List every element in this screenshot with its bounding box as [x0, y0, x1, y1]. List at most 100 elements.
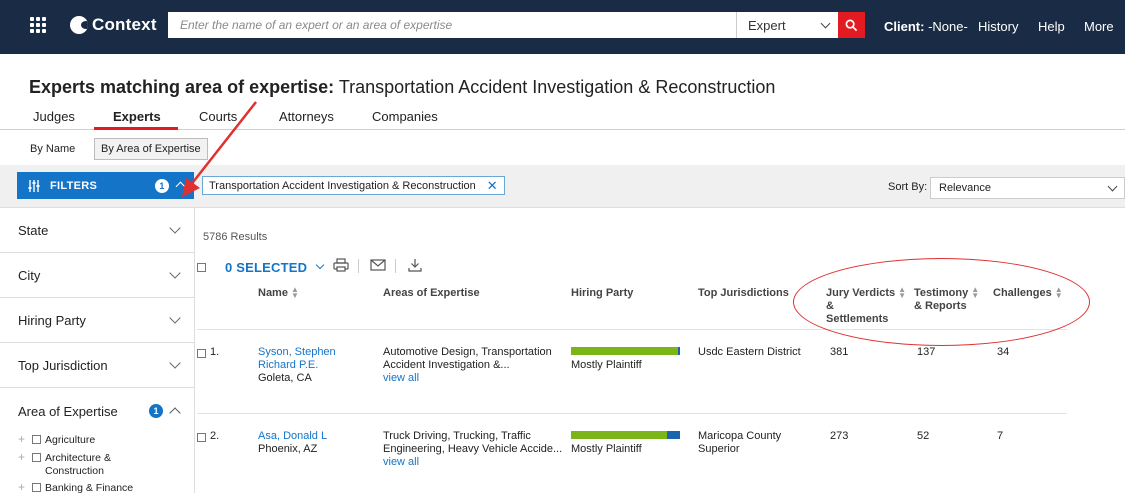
context-logo-icon	[70, 16, 88, 34]
defense-share-fill	[666, 431, 680, 439]
testimony-value: 52	[917, 430, 930, 442]
chevron-down-icon	[169, 267, 181, 279]
facet-top-jurisdiction[interactable]: Top Jurisdiction	[0, 343, 195, 388]
column-header-label: Name	[258, 287, 288, 299]
areas-cell: Truck Driving, Trucking, Traffic Enginee…	[383, 430, 562, 469]
expert-name-link[interactable]: Asa, Donald L	[258, 430, 327, 442]
hiring-party-bar	[571, 431, 680, 439]
column-header-jurisdictions: Top Jurisdictions	[698, 287, 789, 299]
download-icon[interactable]	[407, 258, 423, 272]
remove-filter-icon[interactable]: ✕	[487, 179, 498, 192]
testimony-value: 137	[917, 346, 936, 358]
checkbox[interactable]	[32, 483, 41, 492]
facet-label: City	[18, 267, 41, 283]
row-checkbox[interactable]	[197, 432, 206, 442]
view-all-link[interactable]: view all	[383, 372, 419, 384]
tree-item-architecture: + Architecture & Construction	[18, 451, 158, 478]
expand-plus-icon[interactable]: +	[18, 451, 32, 463]
column-header-name[interactable]: Name ▲ ▼	[258, 285, 299, 301]
areas-line: Accident Investigation &...	[383, 359, 510, 371]
search-icon	[845, 19, 858, 31]
filters-toggle-button[interactable]: FILTERS 1	[17, 172, 194, 199]
facet-city[interactable]: City	[0, 253, 195, 298]
tab-companies[interactable]: Companies	[372, 109, 438, 124]
expert-name-line: Syson, Stephen	[258, 346, 336, 358]
app-grid-icon[interactable]	[30, 17, 46, 33]
hiring-party-label: Mostly Plaintiff	[571, 443, 642, 455]
email-icon[interactable]	[370, 258, 386, 272]
tree-item-label: Agriculture	[45, 434, 96, 446]
facet-label: Area of Expertise	[18, 403, 118, 419]
selection-controls: 0 SELECTED	[197, 259, 325, 275]
facet-label: Hiring Party	[18, 312, 86, 328]
plaintiff-share-fill	[571, 347, 678, 355]
areas-line: Automotive Design, Transportation	[383, 346, 552, 358]
search-by-name-toggle[interactable]: By Name	[24, 138, 81, 160]
category-tabs: Judges Experts Courts Attorneys Companie…	[0, 104, 1125, 130]
column-header-hiring-party: Hiring Party	[571, 287, 634, 299]
row-number: 1.	[210, 346, 220, 358]
jury-verdicts-value: 273	[830, 430, 849, 442]
expert-name-line: Richard P.E.	[258, 359, 319, 371]
sort-icon: ▲ ▼	[290, 285, 299, 301]
row-divider	[197, 413, 1067, 414]
client-selector[interactable]: Client: -None-	[884, 19, 968, 34]
facet-hiring-party[interactable]: Hiring Party	[0, 298, 195, 343]
expert-search-input[interactable]	[168, 12, 736, 38]
jurisdiction-cell: Maricopa County Superior	[698, 430, 781, 456]
row-checkbox[interactable]	[197, 348, 206, 358]
expert-location: Phoenix, AZ	[258, 443, 318, 455]
jurisdiction-line: Maricopa County	[698, 430, 782, 442]
jurisdiction-line: Superior	[698, 443, 740, 455]
search-button[interactable]	[838, 12, 865, 38]
filters-count-badge: 1	[155, 179, 169, 193]
tab-attorneys[interactable]: Attorneys	[279, 109, 334, 124]
areas-cell: Automotive Design, Transportation Accide…	[383, 346, 552, 385]
expand-plus-icon[interactable]: +	[18, 481, 32, 493]
filters-sidebar: State City Hiring Party Top Jurisdiction…	[0, 208, 195, 493]
expert-location: Goleta, CA	[258, 372, 312, 384]
view-all-link[interactable]: view all	[383, 456, 419, 468]
chevron-down-icon	[169, 312, 181, 324]
select-all-checkbox[interactable]	[197, 263, 206, 272]
annotation-highlight-ellipse	[793, 258, 1090, 346]
area-count-badge: 1	[149, 404, 163, 418]
selected-count-label[interactable]: 0 SELECTED	[225, 260, 307, 275]
defense-share-fill	[677, 347, 680, 355]
column-header-areas: Areas of Expertise	[383, 287, 480, 299]
chevron-down-icon	[820, 18, 831, 28]
search-type-dropdown[interactable]: Expert	[736, 12, 838, 38]
tab-experts[interactable]: Experts	[113, 109, 161, 124]
chevron-up-icon	[169, 407, 181, 419]
help-link[interactable]: Help	[1038, 19, 1065, 34]
checkbox[interactable]	[32, 435, 41, 444]
tree-item-label: Architecture & Construction	[45, 452, 111, 477]
row-number: 2.	[210, 430, 220, 442]
toolbar-divider	[395, 259, 396, 273]
chevron-down-icon	[169, 357, 181, 369]
more-menu[interactable]: More	[1084, 19, 1114, 34]
client-value: -None-	[928, 19, 968, 34]
client-label: Client:	[884, 19, 925, 34]
expert-name-link[interactable]: Syson, Stephen Richard P.E.	[258, 346, 336, 371]
chevron-down-icon[interactable]	[315, 260, 325, 270]
sliders-icon	[28, 179, 40, 192]
checkbox[interactable]	[32, 453, 41, 462]
tab-judges[interactable]: Judges	[33, 109, 75, 124]
top-navigation-bar: Context Expert Client: -None- History He…	[0, 0, 1125, 54]
row-select: 1.	[197, 346, 219, 359]
chevron-down-icon	[1107, 181, 1118, 191]
hiring-party-label: Mostly Plaintiff	[571, 359, 642, 371]
row-select: 2.	[197, 430, 219, 443]
print-icon[interactable]	[333, 258, 349, 272]
history-link[interactable]: History	[978, 19, 1018, 34]
context-logo[interactable]: Context	[70, 14, 157, 36]
expand-plus-icon[interactable]: +	[18, 433, 32, 445]
logo-text: Context	[92, 15, 157, 34]
sort-by-value: Relevance	[939, 182, 991, 194]
facet-state[interactable]: State	[0, 208, 195, 253]
sort-by-dropdown[interactable]: Relevance	[930, 177, 1125, 199]
facet-area-header[interactable]: Area of Expertise 1	[18, 396, 181, 426]
hiring-party-bar	[571, 347, 680, 355]
search-type-value: Expert	[748, 17, 786, 33]
